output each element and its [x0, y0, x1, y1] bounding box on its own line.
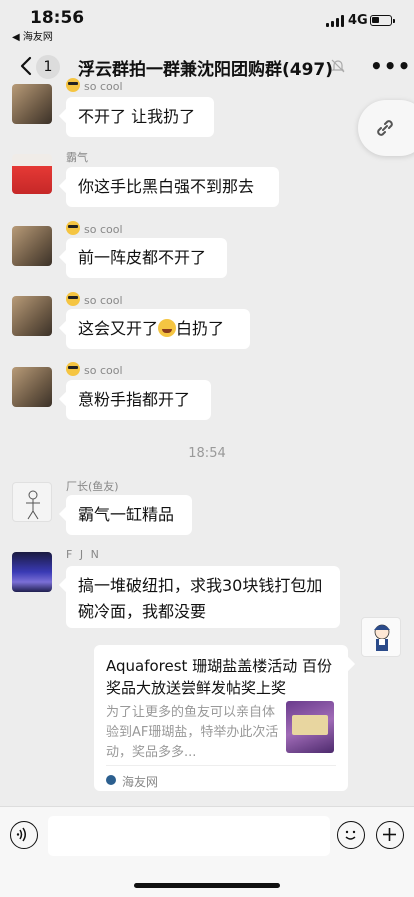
message-bubble[interactable]: 这会又开了 白扔了	[66, 309, 250, 349]
sender-name: 厂长(鱼友)	[66, 480, 119, 493]
chat-timestamp: 18:54	[188, 446, 226, 461]
link-card-thumbnail	[286, 701, 334, 753]
avatar[interactable]	[12, 84, 52, 124]
avatar[interactable]	[12, 226, 52, 266]
message-bubble[interactable]: 前一阵皮都不开了	[66, 238, 227, 278]
joy-emoji-icon	[158, 319, 177, 337]
link-card[interactable]: Aquaforest 珊瑚盐盖楼活动 百份奖品大放送尝鲜发帖奖上奖 为了让更多的…	[94, 645, 348, 791]
status-time: 18:56	[30, 8, 85, 28]
sender-name: so cool	[66, 292, 123, 307]
link-card-source: 海友网	[122, 775, 159, 789]
chat-header: 1 浮云群拍一群兼沈阳团购群(497) •••	[0, 44, 414, 88]
network-type: 4G	[348, 13, 368, 28]
sender-name: so cool	[66, 221, 123, 236]
chat-input-bar	[0, 806, 414, 897]
home-indicator	[134, 883, 280, 888]
avatar[interactable]	[361, 617, 401, 657]
more-dots-icon[interactable]: •••	[370, 56, 411, 76]
avatar[interactable]	[12, 154, 52, 194]
back-to-app-link[interactable]: ◀ 海友网	[12, 28, 53, 43]
cartoon-avatar-icon	[374, 624, 390, 651]
avatar[interactable]	[12, 482, 52, 522]
battery-icon	[370, 15, 395, 26]
avatar[interactable]	[12, 367, 52, 407]
link-icon	[377, 120, 393, 136]
message-bubble[interactable]: 搞一堆破纽扣，求我30块钱打包加碗冷面，我都没要	[66, 566, 340, 628]
sender-name: so cool	[66, 362, 123, 377]
message-bubble[interactable]: 意粉手指都开了	[66, 380, 211, 420]
message-text: 这会又开了	[78, 319, 159, 338]
bell-off-icon	[331, 59, 345, 73]
unread-count-badge[interactable]: 1	[36, 55, 60, 79]
chat-title[interactable]: 浮云群拍一群兼沈阳团购群(497)	[78, 55, 333, 80]
plus-icon[interactable]	[376, 821, 404, 849]
emoji-icon[interactable]	[337, 821, 365, 849]
message-bubble[interactable]: 不开了 让我扔了	[66, 97, 214, 137]
sender-name: 霸气	[66, 151, 88, 164]
avatar[interactable]	[12, 552, 52, 592]
floating-link-button[interactable]	[358, 100, 414, 156]
voice-icon[interactable]	[10, 821, 38, 849]
sender-name: F J N	[66, 548, 101, 561]
message-bubble[interactable]: 你这手比黑白强不到那去	[66, 167, 279, 207]
source-logo-icon	[106, 775, 116, 785]
link-card-title: Aquaforest 珊瑚盐盖楼活动 百份奖品大放送尝鲜发帖奖上奖	[106, 657, 332, 697]
sketch-figure-icon	[26, 490, 40, 520]
message-input[interactable]	[48, 816, 330, 856]
link-card-divider	[106, 765, 336, 766]
signal-icon	[326, 15, 344, 27]
status-bar: 18:56 ◀ 海友网 4G	[0, 0, 414, 44]
sender-name: so cool	[66, 78, 123, 93]
message-text: 白扔了	[176, 319, 225, 338]
avatar[interactable]	[12, 296, 52, 336]
chevron-left-icon[interactable]	[16, 55, 38, 77]
link-card-description: 为了让更多的鱼友可以亲自体验到AF珊瑚盐，特举办此次活动，奖品多多...	[106, 705, 279, 760]
message-bubble[interactable]: 霸气一缸精品	[66, 495, 192, 535]
